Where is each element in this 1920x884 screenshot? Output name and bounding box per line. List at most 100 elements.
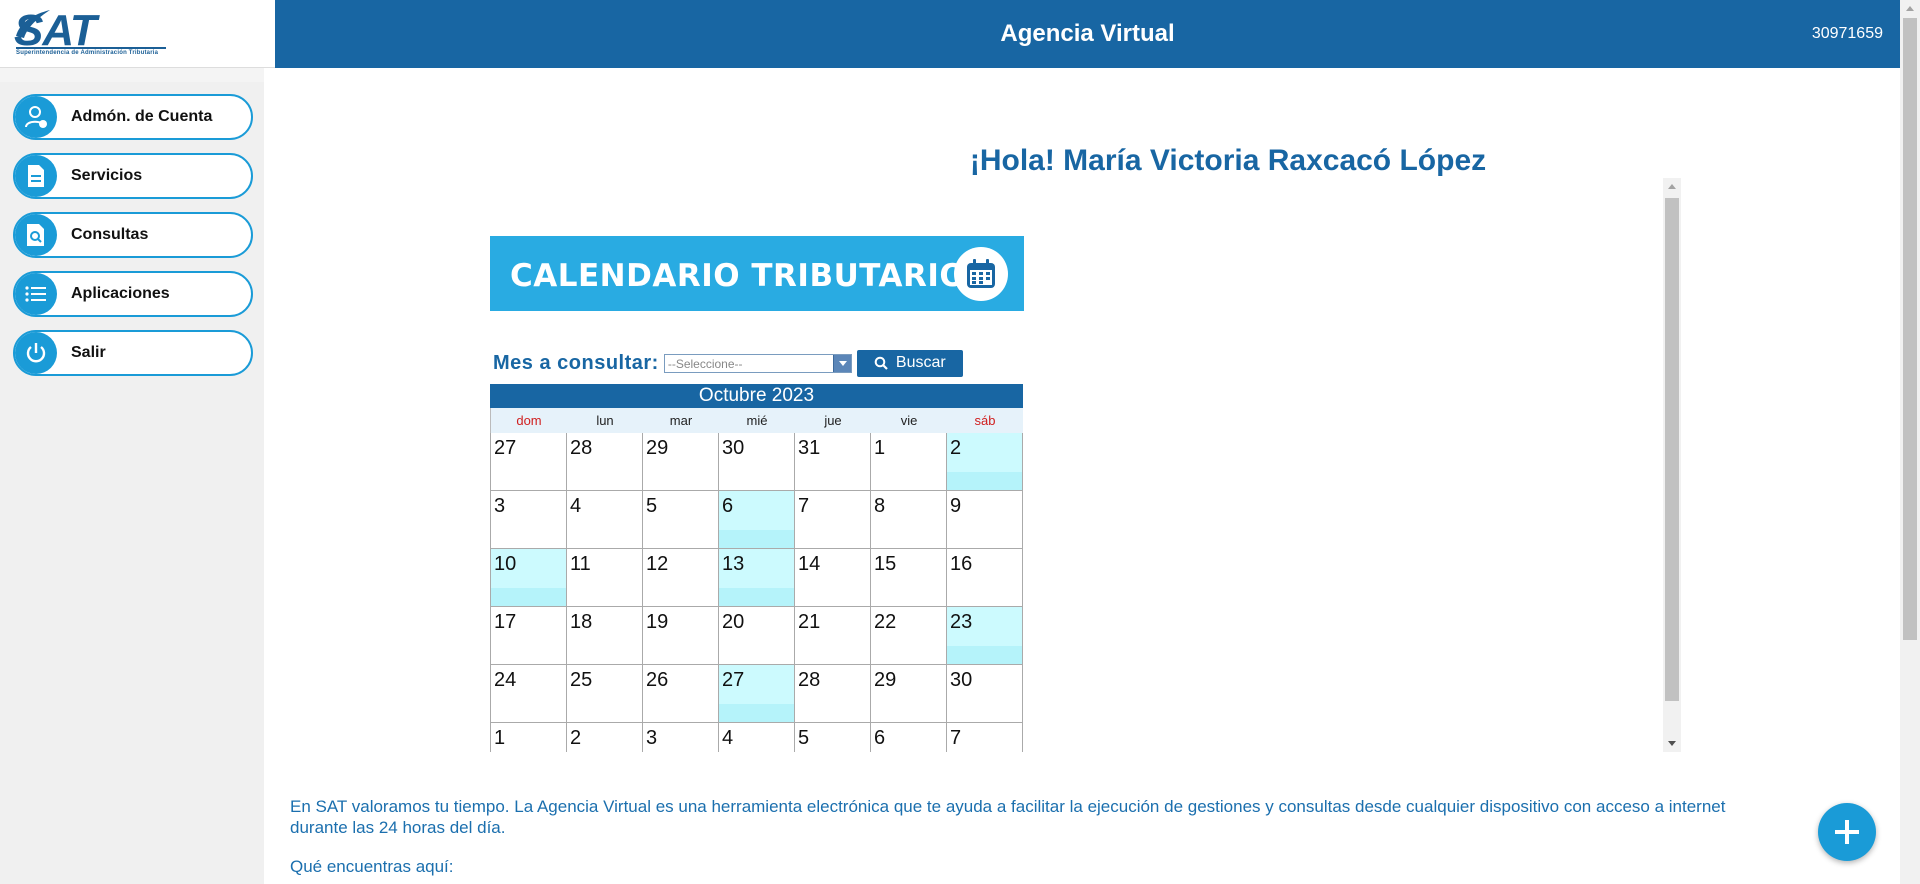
calendar-banner: CALENDARIO TRIBUTARIO [490,236,1024,311]
calendar-day-highlighted[interactable]: 13 [719,549,795,607]
calendar: Octubre 2023 dom lun mar mié jue vie sáb 27 28 2… [490,384,1023,752]
day-number: 21 [798,611,821,633]
top-bar: Agencia Virtual 30971659 [275,0,1900,68]
day-number: 24 [494,669,517,691]
calendar-day-highlighted[interactable]: 23 [947,607,1023,665]
weekday-label: mié [746,413,768,428]
day-number: 7 [950,727,962,749]
calendar-week-row: 10 11 12 13 14 15 16 [491,549,1023,607]
search-button-label: Buscar [895,354,946,371]
search-button[interactable]: Buscar [856,349,963,377]
day-number: 19 [646,611,669,633]
calendar-day: 15 [871,549,947,607]
month-label: Mes a consultar: [493,351,659,374]
day-number: 27 [494,437,517,459]
search-icon [874,356,888,370]
chevron-down-icon[interactable] [832,354,851,372]
sat-logo[interactable]: SAT Superintendencia de Administración T… [0,0,275,68]
sidebar-item-salir[interactable]: Salir [13,330,253,376]
day-number: 3 [646,727,658,749]
calendar-week-row: 1 2 3 4 5 6 7 [491,723,1023,752]
calendar-day: 3 [643,723,719,752]
day-number: 30 [950,669,973,691]
calendar-day: 8 [871,491,947,549]
day-number: 20 [722,611,745,633]
calendar-day: 9 [947,491,1023,549]
day-number: 4 [570,495,582,517]
calendar-day: 7 [947,723,1023,752]
calendar-day-highlighted[interactable]: 10 [491,549,567,607]
day-number: 28 [570,437,593,459]
scroll-up-icon[interactable] [1668,184,1676,189]
scroll-down-icon[interactable] [1668,741,1676,746]
list-icon [15,273,57,315]
calendar-scrollbar[interactable] [1663,178,1681,752]
calendar-day: 22 [871,607,947,665]
calendar-day: 20 [719,607,795,665]
calendar-day: 4 [719,723,795,752]
search-document-icon [15,214,57,256]
calendar-day: 4 [567,491,643,549]
day-number: 1 [874,437,886,459]
day-number: 2 [950,437,962,459]
day-number: 31 [798,437,821,459]
sidebar: Admón. de Cuenta Servicios Consultas Apl… [0,82,264,884]
calendar-day: 27 [491,433,567,491]
day-number: 27 [722,669,745,691]
sidebar-item-admon-cuenta[interactable]: Admón. de Cuenta [13,94,253,140]
day-number: 3 [494,495,506,517]
day-number: 23 [950,611,973,633]
sidebar-item-consultas[interactable]: Consultas [13,212,253,258]
calendar-day-highlighted[interactable]: 2 [947,433,1023,491]
scroll-thumb[interactable] [1903,18,1917,640]
calendar-week-row: 24 25 26 27 28 29 30 [491,665,1023,723]
sidebar-item-label: Consultas [71,226,149,243]
day-number: 6 [874,727,886,749]
page-scrollbar[interactable] [1900,0,1920,884]
day-number: 14 [798,553,821,575]
calendar-day: 11 [567,549,643,607]
calendar-day: 12 [643,549,719,607]
calendar-week-row: 17 18 19 20 21 22 23 [491,607,1023,665]
weekday-label: vie [900,413,918,428]
scroll-thumb[interactable] [1665,198,1679,701]
calendar-day-highlighted[interactable]: 6 [719,491,795,549]
greeting: ¡Hola! María Victoria Raxcacó López [969,144,1487,177]
day-number: 13 [722,553,745,575]
app-title: Agencia Virtual [1000,20,1175,47]
day-number: 5 [798,727,810,749]
calendar-day: 30 [947,665,1023,723]
banner-title: CALENDARIO TRIBUTARIO [510,258,967,294]
section-heading: Qué encuentras aquí: [290,857,454,876]
weekday-label: lun [596,413,614,428]
day-number: 10 [494,553,517,575]
sidebar-item-label: Salir [71,344,106,361]
calendar-month-title: Octubre 2023 [490,384,1023,408]
calendar-day: 3 [491,491,567,549]
sidebar-item-servicios[interactable]: Servicios [13,153,253,199]
day-number: 11 [570,553,591,575]
user-id: 30971659 [1811,25,1883,42]
calendar-day: 2 [567,723,643,752]
calendar-day-highlighted[interactable]: 27 [719,665,795,723]
month-select[interactable]: --Seleccione-- [663,353,852,373]
plus-icon [1835,820,1859,844]
sidebar-item-aplicaciones[interactable]: Aplicaciones [13,271,253,317]
day-number: 30 [722,437,745,459]
month-select-value: --Seleccione-- [667,356,743,371]
day-number: 26 [646,669,669,691]
calendar-grid: 27 28 29 30 31 1 2 3 4 5 6 7 8 9 10 11 12 13 14 15 16 17 18 19 2… [490,433,1023,752]
day-number: 5 [646,495,658,517]
scroll-up-icon[interactable] [1906,6,1914,11]
calendar-day: 5 [795,723,871,752]
logo-subtitle: Superintendencia de Administración Tribu… [16,50,159,56]
day-number: 22 [874,611,897,633]
day-number: 17 [494,611,517,633]
calendar-day: 17 [491,607,567,665]
calendar-day: 16 [947,549,1023,607]
sidebar-item-label: Aplicaciones [71,285,170,302]
day-number: 16 [950,553,973,575]
sidebar-item-label: Servicios [71,167,143,184]
add-button[interactable] [1818,803,1876,861]
calendar-day: 7 [795,491,871,549]
